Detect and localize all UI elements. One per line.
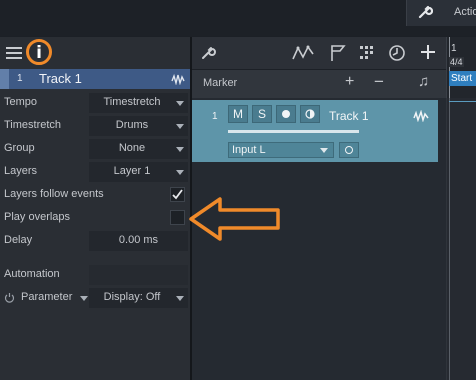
- add-marker-icon[interactable]: +: [345, 73, 354, 91]
- input-select[interactable]: Input L: [228, 142, 334, 158]
- layers-select[interactable]: Layer 1: [89, 162, 188, 182]
- track-number: 1: [212, 111, 218, 122]
- delay-row: Delay 0.00 ms: [0, 230, 190, 252]
- arrangement-lane[interactable]: [446, 98, 476, 380]
- track-name[interactable]: Track 1: [329, 109, 369, 123]
- volume-slider[interactable]: [228, 130, 359, 133]
- marker-flag-icon[interactable]: [330, 44, 346, 65]
- layers-row: Layers Layer 1: [0, 161, 190, 183]
- monitor-button[interactable]: [300, 105, 320, 123]
- wrench-icon: [417, 4, 434, 23]
- annotation-arrow-icon: [188, 196, 283, 245]
- layers-follow-events-label: Layers follow events: [4, 188, 104, 200]
- marker-track-header: Marker + − ♫: [192, 70, 446, 98]
- time-signature: 4/4: [449, 57, 464, 67]
- layers-value: Layer 1: [113, 165, 151, 177]
- chevron-down-icon: [176, 101, 184, 106]
- track-header[interactable]: 1 M S Track 1 Input L: [192, 100, 438, 162]
- circle-icon: [345, 146, 353, 154]
- remove-marker-icon[interactable]: −: [374, 72, 384, 92]
- record-icon: [282, 110, 290, 118]
- delay-field[interactable]: 0.00 ms: [89, 231, 188, 251]
- tempo-label: Tempo: [4, 96, 38, 108]
- grid-icon[interactable]: [359, 45, 375, 64]
- automation-label: Automation: [4, 268, 60, 280]
- info-icon: i: [36, 43, 42, 63]
- checkmark-icon: [172, 189, 183, 200]
- top-bar: [0, 0, 476, 36]
- inspector-track-header[interactable]: 1 Track 1: [0, 69, 190, 89]
- input-value: Input L: [232, 144, 266, 156]
- automation-curve-icon[interactable]: [292, 45, 314, 64]
- parameter-label: Parameter: [21, 291, 73, 303]
- delay-value: 0.00 ms: [118, 234, 159, 246]
- solo-button[interactable]: S: [252, 105, 272, 123]
- group-value: None: [118, 142, 146, 154]
- tempo-row: Tempo Timestretch: [0, 92, 190, 114]
- waveform-icon: [171, 73, 185, 88]
- timestretch-value: Drums: [115, 119, 149, 131]
- layers-follow-events-checkbox[interactable]: [170, 187, 185, 202]
- inspector-header: i: [0, 37, 190, 69]
- ruler-bar-number: 1: [451, 43, 457, 54]
- track-lane-highlight: [449, 101, 476, 102]
- start-marker[interactable]: Start: [449, 71, 476, 86]
- group-row: Group None: [0, 138, 190, 160]
- track-number: 1: [17, 73, 23, 84]
- monitor-icon: [305, 109, 315, 119]
- info-button[interactable]: i: [26, 39, 52, 65]
- tempo-value: Timestretch: [103, 96, 161, 108]
- group-select[interactable]: None: [89, 139, 188, 159]
- mute-button[interactable]: M: [228, 105, 248, 123]
- tempo-select[interactable]: Timestretch: [89, 93, 188, 113]
- automation-row: Automation: [0, 264, 190, 286]
- power-icon[interactable]: [4, 292, 15, 306]
- arrangement-toolbar: [192, 37, 446, 69]
- display-select[interactable]: Display: Off: [89, 288, 188, 308]
- layers-follow-events-row: Layers follow events: [0, 184, 190, 206]
- group-label: Group: [4, 142, 35, 154]
- play-overlaps-row: Play overlaps: [0, 207, 190, 229]
- record-arm-button[interactable]: [276, 105, 296, 123]
- play-overlaps-label: Play overlaps: [4, 211, 71, 223]
- marker-label: Marker: [203, 77, 238, 89]
- add-track-icon[interactable]: [419, 43, 437, 64]
- play-overlaps-checkbox[interactable]: [170, 210, 185, 225]
- automation-field: [89, 265, 188, 285]
- music-note-icon[interactable]: ♫: [418, 73, 429, 90]
- tempo-clock-icon[interactable]: [388, 44, 406, 65]
- delay-label: Delay: [4, 234, 33, 246]
- action-button[interactable]: Actio: [406, 0, 476, 26]
- inspector-panel: i 1 Track 1 Tempo Timestretch Timestretc…: [0, 37, 191, 380]
- chevron-down-icon: [176, 147, 184, 152]
- track-name: Track 1: [39, 71, 82, 86]
- chevron-down-icon[interactable]: [80, 296, 88, 301]
- wrench-icon[interactable]: [200, 45, 216, 64]
- chevron-down-icon: [320, 148, 328, 153]
- input-monitor-button[interactable]: [339, 142, 359, 158]
- display-value: Display: Off: [103, 291, 161, 303]
- ruler-bar-line: [449, 37, 450, 98]
- parameter-row: Parameter Display: Off: [0, 287, 190, 309]
- chevron-down-icon: [176, 124, 184, 129]
- timeline-ruler[interactable]: 1 4/4 Start: [446, 37, 476, 98]
- timestretch-select[interactable]: Drums: [89, 116, 188, 136]
- timestretch-row: Timestretch Drums: [0, 115, 190, 137]
- track-color-chip: [0, 69, 9, 89]
- bar-grid-line: [449, 98, 450, 380]
- chevron-down-icon: [176, 296, 184, 301]
- waveform-icon: [413, 109, 429, 125]
- action-button-label: Actio: [454, 6, 476, 18]
- chevron-down-icon: [176, 170, 184, 175]
- layers-label: Layers: [4, 165, 38, 177]
- menu-icon[interactable]: [6, 47, 22, 62]
- timestretch-label: Timestretch: [4, 119, 62, 131]
